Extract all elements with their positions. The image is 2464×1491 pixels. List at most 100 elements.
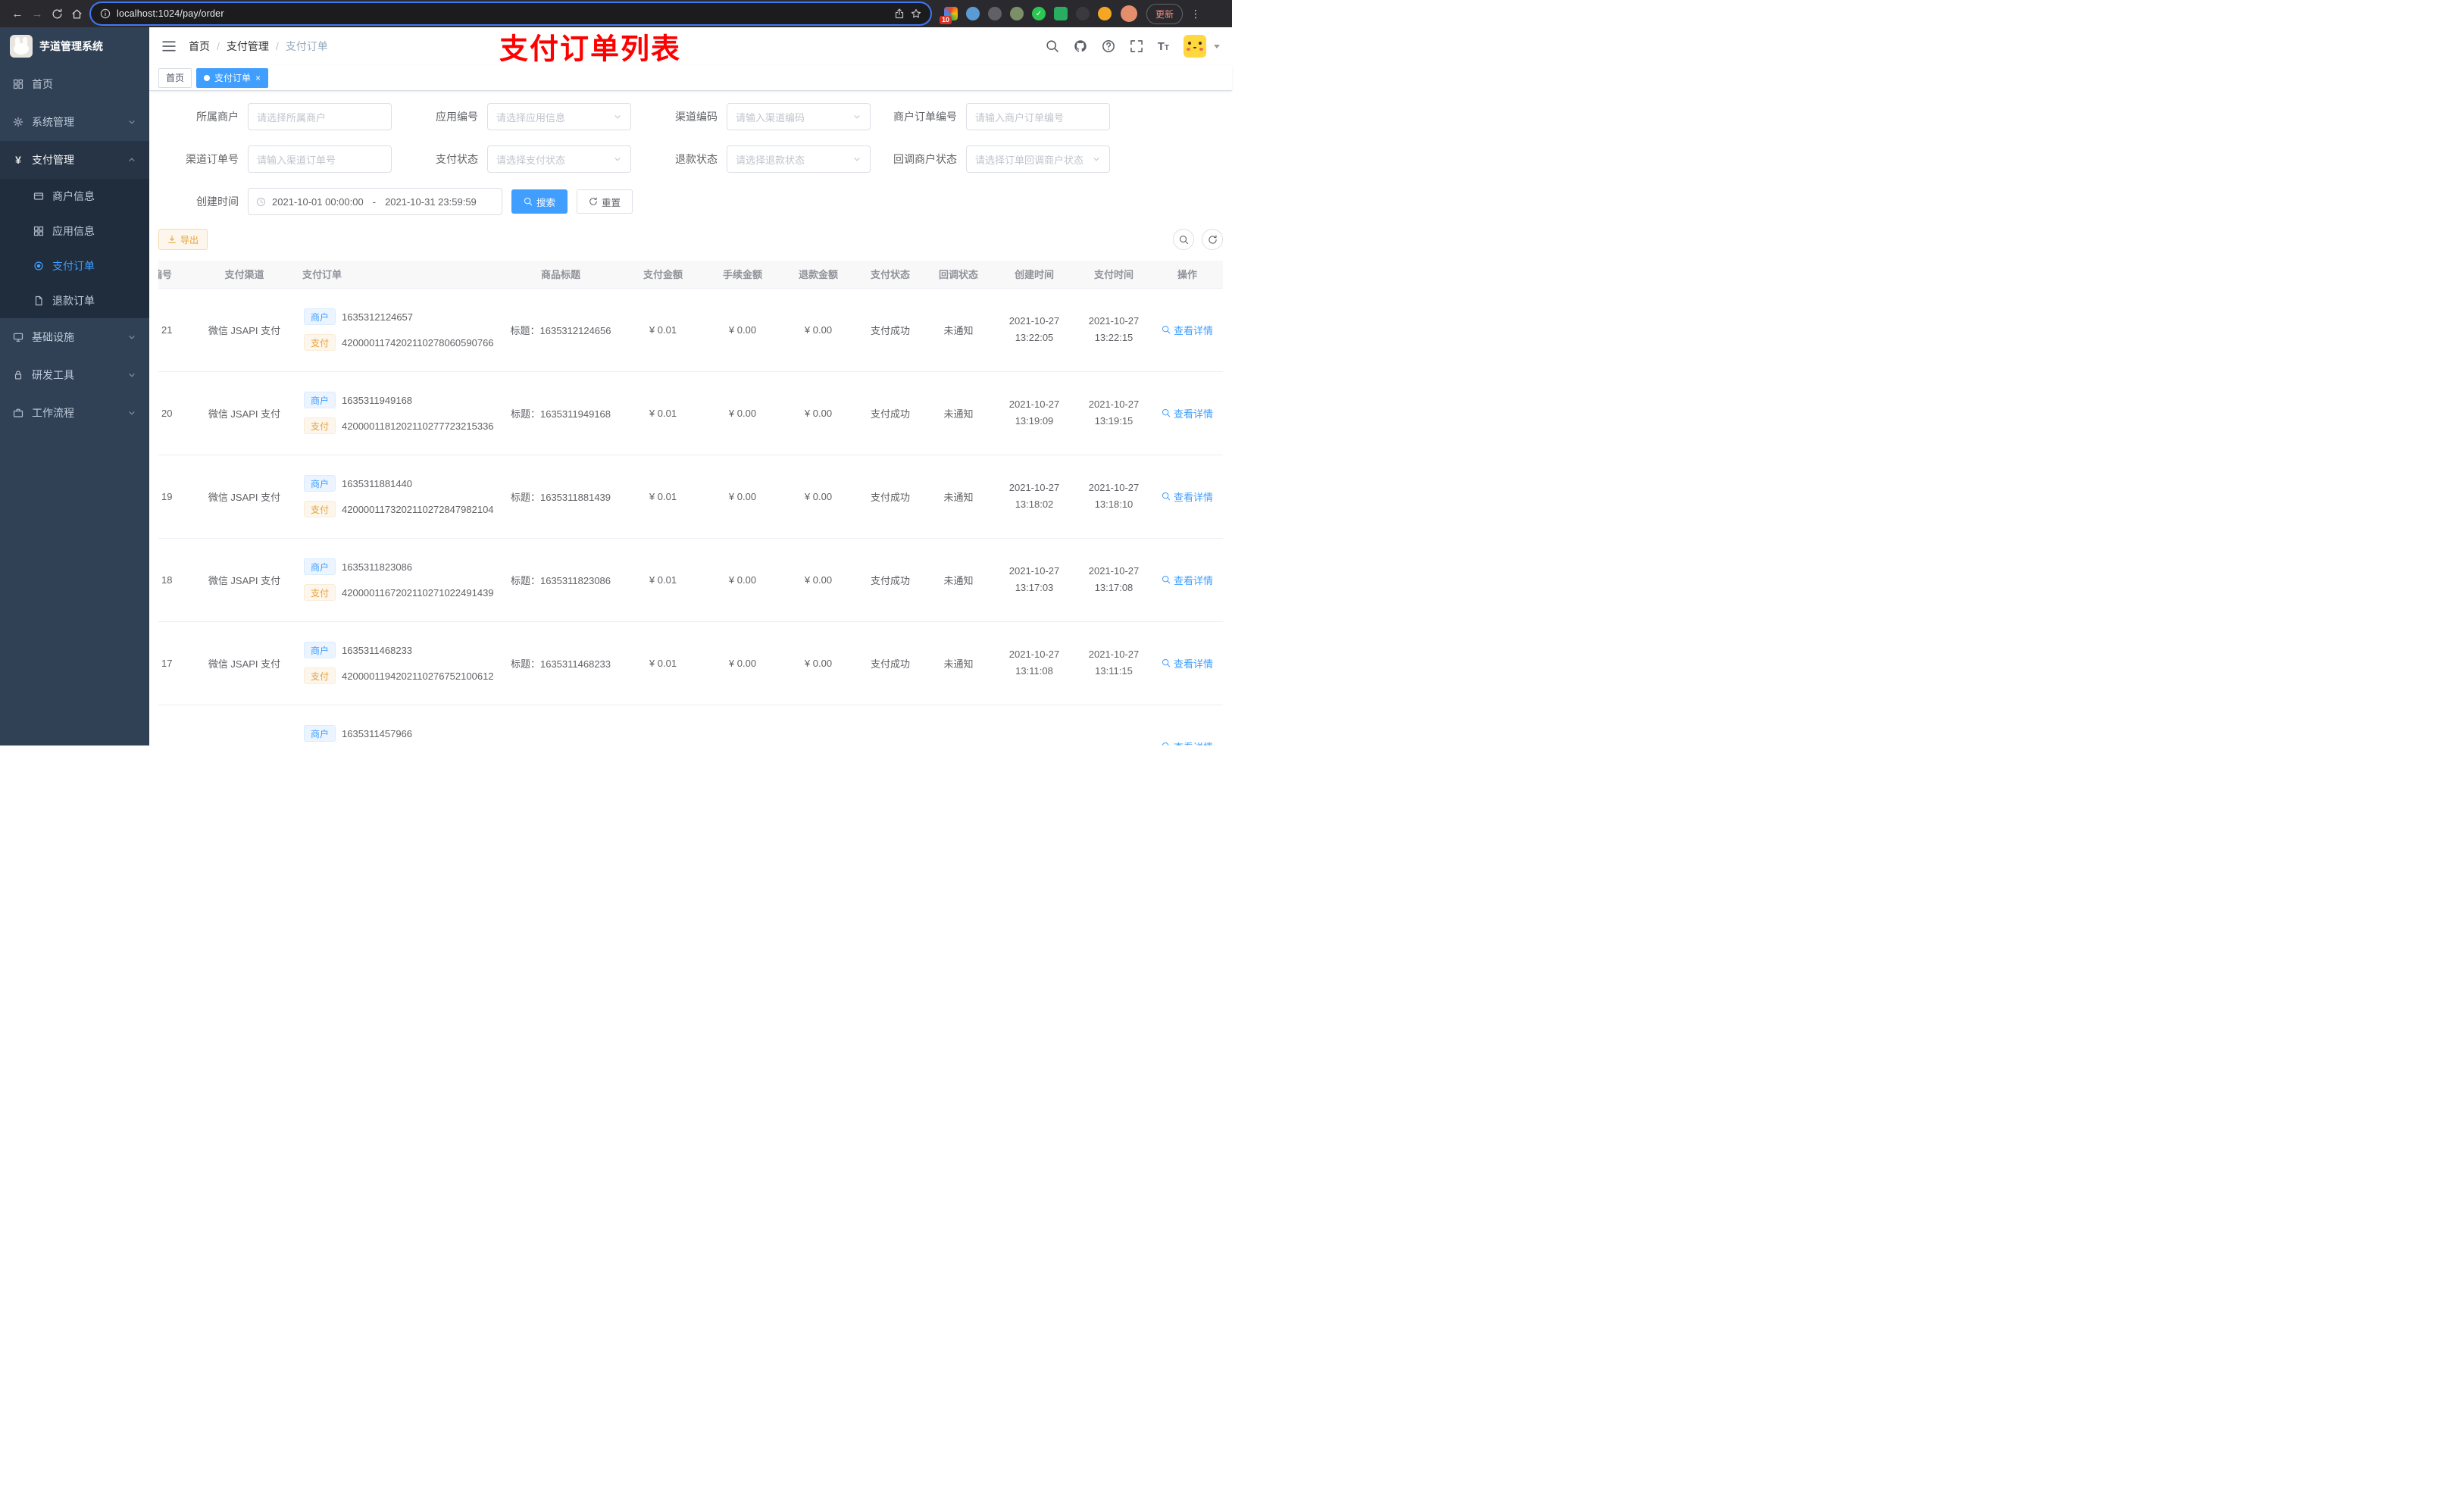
search-icon — [1162, 408, 1171, 417]
app-logo[interactable]: 芋道管理系统 — [0, 27, 149, 65]
view-detail-link[interactable]: 查看详情 — [1162, 656, 1213, 670]
filter-control[interactable]: 请选择退款状态 — [727, 145, 871, 173]
url-text[interactable]: localhost:1024/pay/order — [117, 8, 888, 19]
filter-control[interactable]: 请输入商户订单编号 — [966, 103, 1110, 130]
pay-status: 支付成功 — [870, 324, 910, 336]
avatar[interactable] — [1184, 35, 1206, 58]
clock-icon — [256, 197, 266, 206]
breadcrumb-payment[interactable]: 支付管理 — [227, 39, 269, 54]
app-title: 芋道管理系统 — [39, 40, 103, 52]
notify-status: 未通知 — [943, 574, 974, 586]
browser-toolbar: ← → localhost:1024/pay/order 10 ✓ 更新 ⋮ — [0, 0, 1232, 27]
extension-icon[interactable] — [1076, 7, 1090, 20]
order-id: 21 — [161, 324, 173, 336]
sidebar-item-payment[interactable]: ¥ 支付管理 — [0, 141, 149, 179]
placeholder-text: 请输入渠道编码 — [736, 111, 805, 123]
sidebar-item-home[interactable]: 首页 — [0, 65, 149, 103]
filter-control[interactable]: 请选择订单回调商户状态 — [966, 145, 1110, 173]
filter-control[interactable]: 请输入渠道编码 — [727, 103, 871, 130]
font-size-icon[interactable]: TT — [1158, 40, 1169, 53]
pay-amount: ¥ 0.01 — [649, 574, 677, 586]
extension-icon[interactable] — [988, 7, 1002, 20]
tab-home[interactable]: 首页 — [158, 67, 192, 88]
github-icon[interactable] — [1074, 39, 1087, 53]
filter-control[interactable]: 请选择所属商户 — [248, 103, 392, 130]
order-id: 18 — [161, 574, 173, 586]
search-button[interactable]: 搜索 — [511, 189, 568, 214]
sidebar-item-pay-order[interactable]: 支付订单 — [0, 248, 149, 283]
fullscreen-icon[interactable] — [1130, 39, 1143, 53]
address-bar[interactable]: localhost:1024/pay/order — [91, 3, 930, 24]
create-time: 2021-10-27 13:18:02 — [993, 455, 1076, 539]
pay-channel: 微信 JSAPI 支付 — [208, 574, 281, 586]
date-end-value[interactable]: 2021-10-31 23:59:59 — [385, 196, 477, 208]
share-icon[interactable] — [894, 8, 905, 19]
filter-pay-status: 支付状态 请选择支付状态 — [398, 145, 637, 173]
pay-amount: ¥ 0.01 — [649, 324, 677, 336]
export-button[interactable]: 导出 — [158, 229, 208, 250]
bookmark-star-icon[interactable] — [911, 8, 921, 19]
chevron-down-icon — [854, 115, 860, 119]
filter-control[interactable]: 请选择支付状态 — [487, 145, 631, 173]
view-detail-link[interactable]: 查看详情 — [1162, 323, 1213, 337]
pay-channel: 微信 JSAPI 支付 — [208, 491, 281, 503]
browser-update-button[interactable]: 更新 — [1146, 3, 1184, 24]
close-icon[interactable]: × — [255, 73, 261, 83]
search-icon[interactable] — [1046, 39, 1059, 53]
reset-button[interactable]: 重置 — [577, 189, 633, 214]
sidebar-item-system[interactable]: 系统管理 — [0, 103, 149, 141]
pay-tag: 支付 — [304, 334, 336, 351]
view-detail-link[interactable]: 查看详情 — [1162, 573, 1213, 587]
sidebar-item-infra[interactable]: 基础设施 — [0, 318, 149, 356]
avatar-dropdown-caret[interactable] — [1214, 44, 1220, 48]
pay-channel: 微信 JSAPI 支付 — [208, 658, 281, 670]
sidebar-toggle-icon[interactable] — [161, 39, 177, 54]
refresh-table-button[interactable] — [1202, 229, 1223, 250]
search-icon — [524, 197, 533, 206]
extension-icon[interactable] — [1098, 7, 1112, 20]
sidebar-item-app-info[interactable]: 应用信息 — [0, 214, 149, 248]
browser-back-button[interactable]: ← — [8, 4, 27, 23]
view-detail-link[interactable]: 查看详情 — [1162, 489, 1213, 504]
breadcrumb-current: 支付订单 — [285, 40, 328, 52]
extension-icon[interactable] — [1054, 7, 1068, 20]
sidebar-item-workflow[interactable]: 工作流程 — [0, 394, 149, 432]
browser-extensions: 10 ✓ — [940, 7, 1112, 24]
view-detail-link[interactable]: 查看详情 — [1162, 739, 1213, 746]
browser-profile-avatar[interactable] — [1121, 5, 1137, 22]
product-title: 标题：1635311823086 — [510, 574, 611, 586]
sidebar-item-refund-order[interactable]: 退款订单 — [0, 283, 149, 318]
help-icon[interactable] — [1102, 39, 1115, 53]
refund-amount: ¥ 0.00 — [804, 324, 833, 336]
create-time: 2021-10-27 13:11:08 — [993, 621, 1076, 705]
extension-icon[interactable] — [1010, 7, 1024, 20]
sidebar-item-dev-tools[interactable]: 研发工具 — [0, 356, 149, 394]
grid-icon — [33, 226, 44, 236]
date-range-input[interactable]: 2021-10-01 00:00:00 - 2021-10-31 23:59:5… — [248, 188, 502, 215]
filter-control[interactable]: 请选择应用信息 — [487, 103, 631, 130]
filter-label: 渠道订单号 — [186, 153, 239, 165]
browser-forward-button[interactable]: → — [27, 4, 47, 23]
date-start-value[interactable]: 2021-10-01 00:00:00 — [272, 196, 364, 208]
tab-pay-order[interactable]: 支付订单 × — [196, 67, 269, 88]
breadcrumb-home[interactable]: 首页 — [189, 39, 210, 54]
filter-row: 所属商户 请选择所属商户 应用编号 请选择应用信息 渠道编码 请输入渠道编码 商… — [158, 103, 1223, 130]
extension-icon[interactable]: ✓ — [1032, 7, 1046, 20]
order-id: 19 — [161, 490, 173, 502]
filter-control[interactable]: 请输入渠道订单号 — [248, 145, 392, 173]
browser-menu-icon[interactable]: ⋮ — [1190, 8, 1201, 20]
extension-icon[interactable]: 10 — [940, 7, 958, 24]
browser-home-button[interactable] — [67, 4, 86, 23]
filter-refund-status: 退款状态 请选择退款状态 — [637, 145, 877, 173]
sidebar-item-merchant-info[interactable]: 商户信息 — [0, 179, 149, 214]
pay-tag: 支付 — [304, 417, 336, 434]
view-detail-link[interactable]: 查看详情 — [1162, 406, 1213, 420]
browser-refresh-button[interactable] — [47, 4, 67, 23]
fee-amount: ¥ 0.00 — [728, 324, 757, 336]
filter-label: 所属商户 — [196, 111, 239, 123]
tags-view-bar: 首页 支付订单 × — [149, 65, 1232, 91]
extension-icon[interactable] — [966, 7, 980, 20]
site-info-icon[interactable] — [100, 8, 111, 19]
pay-time: 2021-10-27 13:19:15 — [1076, 371, 1152, 455]
toggle-search-button[interactable] — [1173, 229, 1194, 250]
